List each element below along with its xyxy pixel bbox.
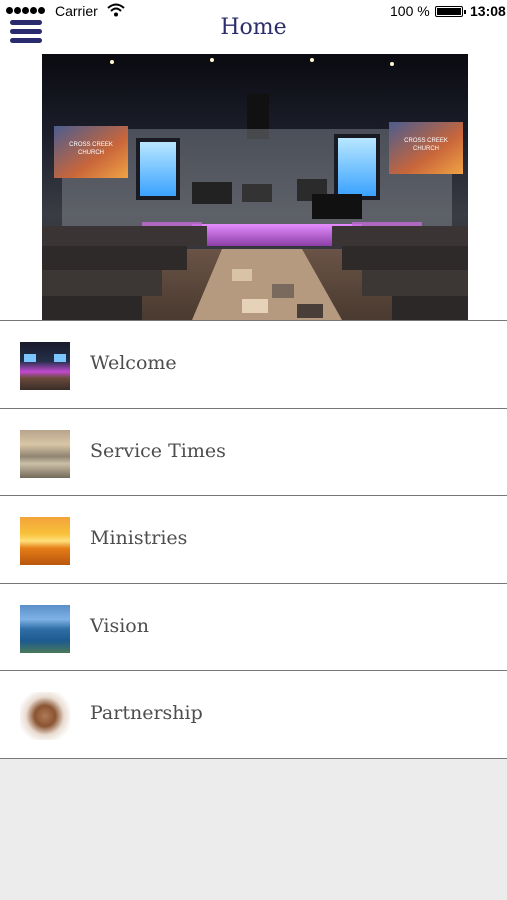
svg-text:CHURCH: CHURCH [78, 150, 104, 156]
menu-item-ministries[interactable]: Ministries [0, 496, 507, 584]
menu-item-label: Partnership [90, 702, 203, 724]
menu-item-partnership[interactable]: Partnership [0, 671, 507, 759]
menu-item-service-times[interactable]: Service Times [0, 409, 507, 496]
menu-list: Welcome Service Times Ministries Vision Part… [0, 320, 507, 759]
svg-text:CROSS CREEK: CROSS CREEK [404, 138, 448, 144]
signal-dots-icon [6, 7, 45, 14]
hands-together-thumbnail [20, 692, 70, 740]
svg-text:CROSS CREEK: CROSS CREEK [69, 142, 113, 148]
menu-item-vision[interactable]: Vision [0, 584, 507, 671]
church-sanctuary-photo: CROSS CREEK CHURCH CROSS CREEK CHURCH [42, 54, 468, 320]
sunset-thumbnail [20, 517, 70, 565]
empty-area [0, 759, 507, 900]
river-thumbnail [20, 604, 70, 653]
menu-item-welcome[interactable]: Welcome [0, 321, 507, 409]
church-stage-thumbnail [20, 342, 70, 390]
svg-text:CHURCH: CHURCH [413, 146, 439, 152]
hero-area: CROSS CREEK CHURCH CROSS CREEK CHURCH [0, 54, 507, 321]
menu-item-label: Ministries [90, 527, 188, 549]
menu-item-label: Service Times [90, 439, 226, 462]
page-title: Home [220, 15, 287, 40]
nav-bar: Home [0, 15, 507, 54]
menu-item-label: Vision [90, 614, 149, 637]
menu-item-label: Welcome [90, 352, 177, 374]
landscape-thumbnail [20, 429, 70, 478]
